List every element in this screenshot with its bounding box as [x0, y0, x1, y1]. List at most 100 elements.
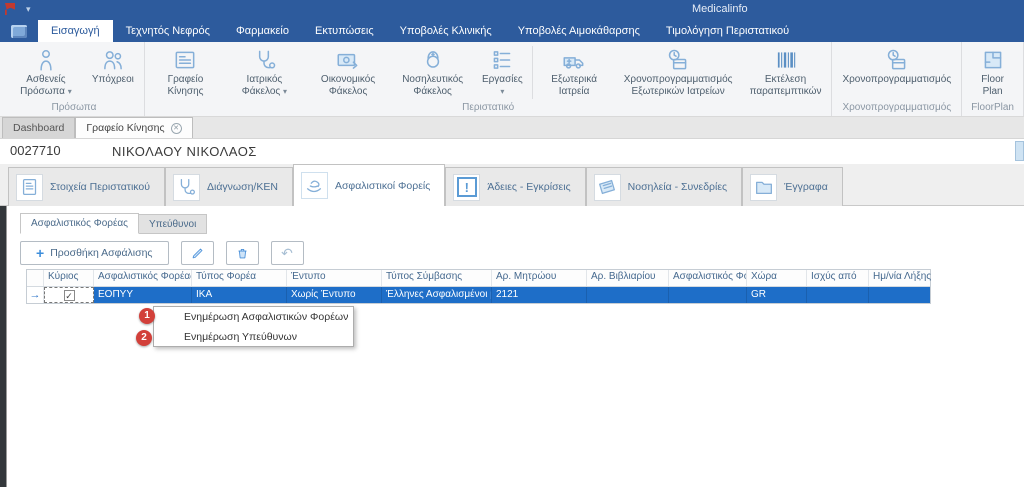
ribbon-group-prosopa: Ασθενείς Πρόσωπα ▾ Υπόχρεοι Πρόσωπα — [4, 42, 145, 116]
add-insurance-button[interactable]: + Προσθήκη Ασφάλισης — [20, 241, 169, 265]
kyrios-checkbox[interactable]: ✓ — [64, 290, 75, 301]
caret-down-icon: ▾ — [68, 87, 72, 96]
close-icon[interactable]: ✕ — [171, 123, 182, 134]
iatrikos-fakelos-button[interactable]: Ιατρικός Φάκελος ▾ — [223, 42, 306, 101]
patient-icon — [33, 47, 59, 73]
column-header-isxys-apo[interactable]: Ισχύς από — [807, 270, 869, 286]
column-header-kyrios[interactable]: Κύριος — [44, 270, 94, 286]
column-header-typos-forea[interactable]: Τύπος Φορέα — [192, 270, 287, 286]
menu-tab-texnitos-nefros[interactable]: Τεχνητός Νεφρός — [113, 20, 223, 42]
column-header-entypo[interactable]: Έντυπο — [287, 270, 382, 286]
menu-tab-ypovoles-aimokatharsis[interactable]: Υποβολές Αιμοκάθαρσης — [505, 20, 653, 42]
tab-grafeio-kinisis-label: Γραφείο Κίνησης — [86, 122, 164, 134]
menu-item-enimerosi-ypefthynon[interactable]: Ενημέρωση Υπεύθυνων — [154, 327, 353, 347]
menu-item-enimerosi-asfalistikon-foreon[interactable]: Ενημέρωση Ασφαλιστικών Φορέων — [154, 307, 353, 327]
column-header-asfalistikos-foreas-2[interactable]: Ασφαλιστικός Φορέ — [669, 270, 747, 286]
note-icon — [594, 174, 621, 201]
tab-dashboard[interactable]: Dashboard — [2, 117, 75, 138]
tab-stoixeia-peristatikou[interactable]: Στοιχεία Περιστατικού — [8, 167, 165, 206]
menu-tab-ektyposeis[interactable]: Εκτυπώσεις — [302, 20, 387, 42]
tab-diagnosi-ken[interactable]: Διάγνωση/ΚΕΝ — [165, 167, 293, 206]
cell-typos-symvasis[interactable]: Έλληνες Ασφαλισμένοι με ΑΜΚΑ — [382, 287, 492, 303]
caret-down-icon: ▾ — [283, 87, 287, 96]
xronoprogrammatismos-button[interactable]: Χρονοπρογραμματισμός — [835, 42, 958, 101]
exclamation-icon: ! — [453, 174, 480, 201]
exoterika-iatreia-button[interactable]: Εξωτερικά Ιατρεία — [535, 42, 614, 101]
grafeio-kinisis-button[interactable]: Γραφείο Κίνησης — [148, 42, 223, 101]
menu-tab-timologisi[interactable]: Τιμολόγηση Περιστατικού — [653, 20, 802, 42]
ypoxreoi-button[interactable]: Υπόχρεοι — [85, 42, 141, 101]
ribbon: Ασθενείς Πρόσωπα ▾ Υπόχρεοι Πρόσωπα Γραφ… — [0, 42, 1024, 117]
tab-grafeio-kinisis[interactable]: Γραφείο Κίνησης ✕ — [75, 117, 192, 138]
tab-eggrafa[interactable]: Έγγραφα — [742, 167, 843, 206]
menu-tab-ypovoles-klinikis[interactable]: Υποβολές Κλινικής — [387, 20, 505, 42]
column-header-xora[interactable]: Χώρα — [747, 270, 807, 286]
tab-label: Έγγραφα — [784, 181, 828, 193]
xronoprogrammatismos-exoterikon-label: Χρονοπρογραμματισμός Εξωτερικών Ιατρείων — [621, 74, 736, 97]
edge-button[interactable] — [1015, 141, 1024, 161]
column-header-indicator[interactable] — [27, 270, 44, 286]
cell-xora[interactable]: GR — [747, 287, 807, 303]
tab-dashboard-label: Dashboard — [13, 122, 64, 134]
ypoxreoi-label: Υπόχρεοι — [92, 74, 134, 86]
floor-plan-label: Floor Plan — [972, 74, 1013, 97]
cell-asfalistikos-foreas-2[interactable] — [669, 287, 747, 303]
column-header-ar-vivliariou[interactable]: Αρ. Βιβλιαρίου — [587, 270, 669, 286]
cell-asfalistikos-foreas[interactable]: ΕΟΠΥΥ — [94, 287, 192, 303]
cell-ar-mitroou[interactable]: 2121 — [492, 287, 587, 303]
patients-persons-label: Ασθενείς Πρόσωπα ▾ — [14, 74, 78, 97]
grid-header-row: Κύριος Ασφαλιστικός Φορέας Τύπος Φορέα Έ… — [27, 270, 930, 287]
record-tab-strip: Στοιχεία Περιστατικού Διάγνωση/ΚΕΝ Ασφαλ… — [0, 164, 1024, 206]
floor-plan-button[interactable]: Floor Plan — [965, 42, 1020, 101]
tab-label: Ασφαλιστικοί Φορείς — [335, 180, 430, 192]
tab-nosileia-synedries[interactable]: Νοσηλεία - Συνεδρίες — [586, 167, 742, 206]
cell-typos-forea[interactable]: ΙΚΑ — [192, 287, 287, 303]
quick-access-caret-icon[interactable]: ▾ — [26, 4, 31, 15]
patient-header: 0027710 ΝΙΚΟΛΑΟΥ ΝΙΚΟΛΑΟΣ — [0, 139, 1024, 164]
grafeio-kinisis-label: Γραφείο Κίνησης — [155, 74, 216, 97]
undo-button[interactable]: ↶ — [271, 241, 304, 265]
menu-tab-farmakeio[interactable]: Φαρμακείο — [223, 20, 302, 42]
floor-plan-icon — [980, 47, 1006, 73]
column-header-imnia-liksis[interactable]: Ημ/νία Λήξης Βιβ — [869, 270, 932, 286]
column-header-typos-symvasis[interactable]: Τύπος Σύμβασης — [382, 270, 492, 286]
document-lines-icon — [172, 47, 198, 73]
ambulance-icon — [561, 47, 587, 73]
ribbon-group-label: Περιστατικό — [148, 101, 829, 116]
xronoprogrammatismos-exoterikon-button[interactable]: Χρονοπρογραμματισμός Εξωτερικών Ιατρείων — [614, 42, 743, 101]
kyrios-cell[interactable]: ✓ — [44, 287, 94, 303]
cell-isxys-apo[interactable] — [807, 287, 869, 303]
oikonomikos-fakelos-button[interactable]: Οικονομικός Φάκελος — [306, 42, 391, 101]
ektelesi-parapemptikon-label: Εκτέλεση παραπεμπτικών — [750, 74, 822, 97]
ektelesi-parapemptikon-button[interactable]: Εκτέλεση παραπεμπτικών — [743, 42, 829, 101]
table-row[interactable]: → ✓ ΕΟΠΥΥ ΙΚΑ Χωρίς Έντυπο Έλληνες Ασφαλ… — [27, 287, 930, 303]
menu-tab-eisagogi[interactable]: Εισαγωγή — [38, 20, 113, 42]
tab-label: Άδειες - Εγκρίσεις — [487, 181, 570, 193]
window-title: Medicalinfo — [692, 3, 748, 15]
tab-asfalistikoi-foreis[interactable]: Ασφαλιστικοί Φορείς — [293, 164, 445, 206]
edit-button[interactable] — [181, 241, 214, 265]
ribbon-group-xronoprogrammatismos: Χρονοπρογραμματισμός Χρονοπρογραμματισμό… — [832, 42, 962, 116]
cell-ar-vivliariou[interactable] — [587, 287, 669, 303]
column-header-ar-mitroou[interactable]: Αρ. Μητρώου — [492, 270, 587, 286]
tab-adeies-egkriseis[interactable]: ! Άδειες - Εγκρίσεις — [445, 167, 585, 206]
subtab-asfalistikos-foreas[interactable]: Ασφαλιστικός Φορέας — [20, 213, 139, 234]
cell-imnia-liksis[interactable] — [869, 287, 932, 303]
patient-code: 0027710 — [10, 143, 61, 158]
ribbon-group-peristatiko: Γραφείο Κίνησης Ιατρικός Φάκελος ▾ Οικον… — [145, 42, 833, 116]
subtab-ypefthynoi[interactable]: Υπεύθυνοι — [138, 214, 207, 234]
nosileutikos-fakelos-button[interactable]: Νοσηλευτικός Φάκελος — [390, 42, 475, 101]
left-edge-panel — [0, 206, 7, 487]
column-header-asfalistikos-foreas[interactable]: Ασφαλιστικός Φορέας — [94, 270, 192, 286]
file-button[interactable] — [0, 20, 38, 42]
ribbon-group-label: Πρόσωπα — [7, 101, 141, 116]
patients-persons-button[interactable]: Ασθενείς Πρόσωπα ▾ — [7, 42, 85, 101]
ergasies-button[interactable]: Εργασίες▾ — [475, 42, 530, 101]
annotation-badge-2: 2 — [136, 330, 152, 346]
title-bar: ▾ Medicalinfo — [0, 0, 1024, 20]
stethoscope-icon — [173, 174, 200, 201]
tab-label: Διάγνωση/ΚΕΝ — [207, 181, 278, 193]
cell-entypo[interactable]: Χωρίς Έντυπο — [287, 287, 382, 303]
trash-icon — [235, 246, 250, 261]
delete-button[interactable] — [226, 241, 259, 265]
